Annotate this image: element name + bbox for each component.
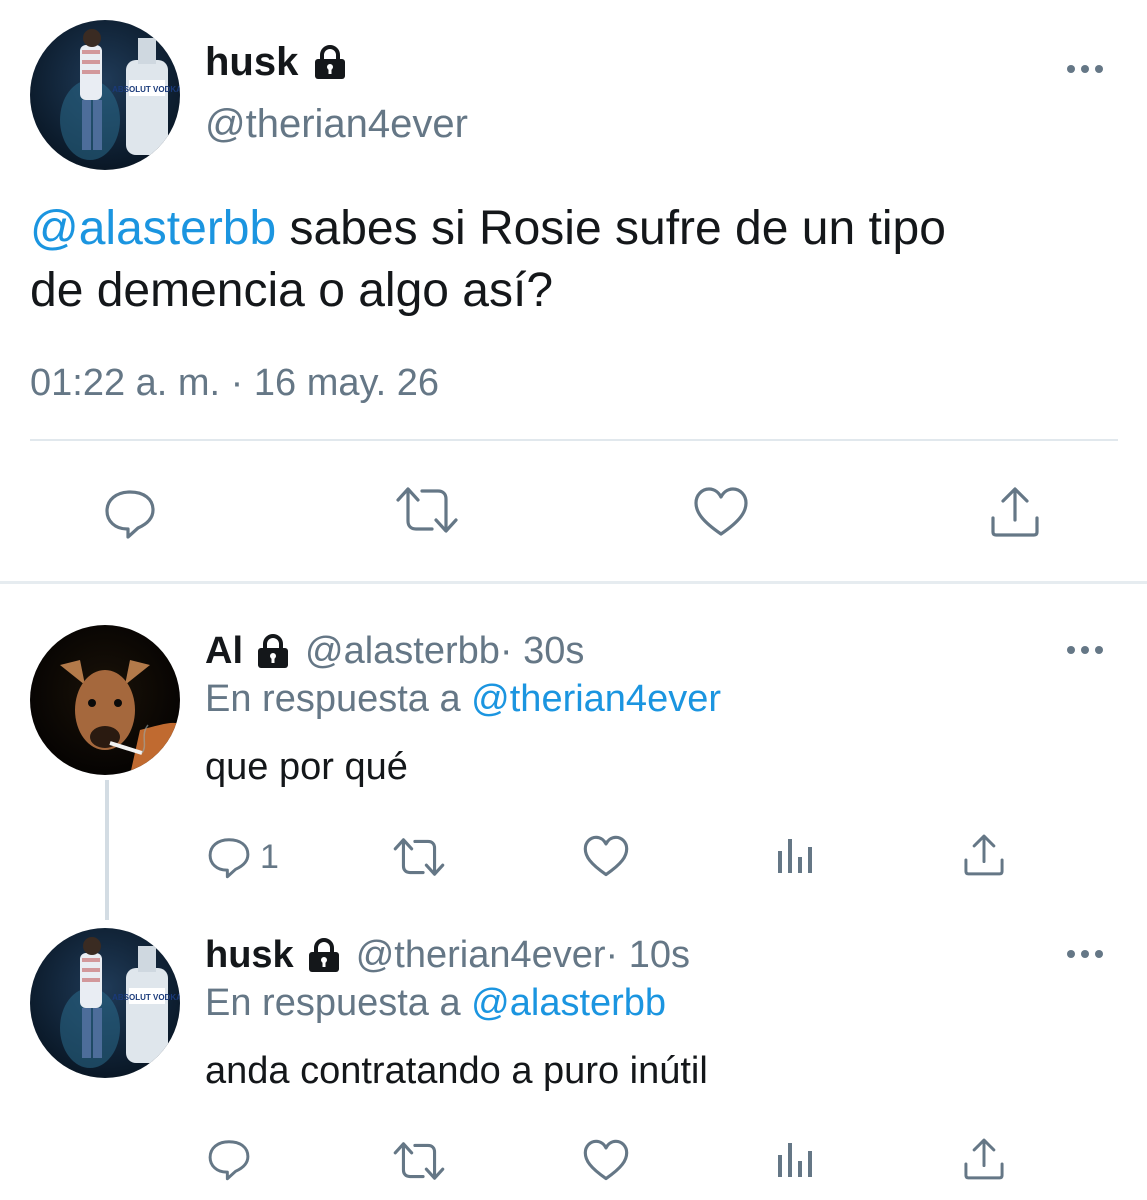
main-mention-link[interactable]: @alasterbb: [30, 202, 276, 255]
reply1-user-row: Al @alasterbb · 30s: [205, 630, 584, 673]
like-icon[interactable]: [692, 484, 750, 538]
analytics-icon[interactable]: [775, 1137, 819, 1179]
avatar-husk[interactable]: ABSOLUT VODKA: [30, 928, 180, 1078]
reply2-display-name[interactable]: husk: [205, 934, 294, 977]
main-timestamp[interactable]: 01:22 a. m. · 16 may. 26: [30, 362, 439, 405]
reply1-time: · 30s: [499, 630, 585, 672]
retweet-icon[interactable]: [392, 1140, 446, 1182]
lock-icon: [258, 633, 288, 668]
main-text-line1: sabes si Rosie sufre de un tipo: [276, 202, 946, 255]
lock-icon: [315, 44, 346, 79]
main-handle[interactable]: @therian4ever: [205, 102, 468, 147]
main-display-name[interactable]: husk: [205, 40, 298, 85]
more-icon[interactable]: [1067, 65, 1103, 73]
lock-icon: [308, 937, 339, 972]
thread-line: [105, 780, 109, 920]
main-user-row: husk: [205, 40, 350, 85]
like-icon[interactable]: [582, 833, 630, 878]
main-tweet-text: @alasterbb sabes si Rosie sufre de un ti…: [30, 198, 946, 322]
more-icon[interactable]: [1067, 646, 1103, 654]
reply1-reply-action[interactable]: 1: [206, 834, 279, 880]
reply2-context: En respuesta a @alasterbb: [205, 982, 666, 1025]
reply2-handle[interactable]: @therian4ever: [356, 934, 606, 977]
reply1-context: En respuesta a @therian4ever: [205, 678, 721, 721]
retweet-icon[interactable]: [392, 836, 446, 878]
bottle-label: ABSOLUT VODKA: [112, 85, 180, 94]
share-icon[interactable]: [961, 832, 1007, 878]
avatar-al-image: [60, 660, 180, 775]
main-text-line2: de demencia o algo así?: [30, 264, 554, 317]
reply2-prefix: En respuesta a: [205, 982, 472, 1024]
divider: [30, 439, 1118, 441]
avatar-husk-image: ABSOLUT VODKA: [60, 29, 180, 160]
reply1-reply-count: 1: [260, 837, 279, 876]
reply1-display-name[interactable]: Al: [205, 630, 243, 673]
reply1-reply-to-link[interactable]: @therian4ever: [471, 678, 721, 720]
more-icon[interactable]: [1067, 950, 1103, 958]
reply2-reply-to-link[interactable]: @alasterbb: [471, 982, 666, 1024]
share-icon[interactable]: [987, 484, 1043, 540]
share-icon[interactable]: [961, 1136, 1007, 1182]
analytics-icon[interactable]: [775, 833, 819, 875]
retweet-icon[interactable]: [394, 485, 460, 535]
reply2-user-row: husk @therian4ever · 10s: [205, 934, 690, 977]
reply2-time: · 10s: [605, 934, 691, 976]
reply2-text: anda contratando a puro inútil: [205, 1050, 708, 1092]
reply1-handle[interactable]: @alasterbb: [305, 630, 500, 673]
avatar-husk[interactable]: ABSOLUT VODKA: [30, 20, 180, 170]
avatar-al[interactable]: [30, 625, 180, 775]
bottle-label: ABSOLUT VODKA: [112, 993, 180, 1002]
reply-icon[interactable]: [206, 1136, 252, 1182]
reply1-text: que por qué: [205, 746, 408, 788]
reply1-prefix: En respuesta a: [205, 678, 472, 720]
avatar-husk-image: ABSOLUT VODKA: [60, 937, 180, 1068]
reply-icon[interactable]: [206, 834, 252, 880]
section-divider: [0, 581, 1147, 584]
like-icon[interactable]: [582, 1137, 630, 1182]
reply-icon[interactable]: [102, 485, 158, 541]
